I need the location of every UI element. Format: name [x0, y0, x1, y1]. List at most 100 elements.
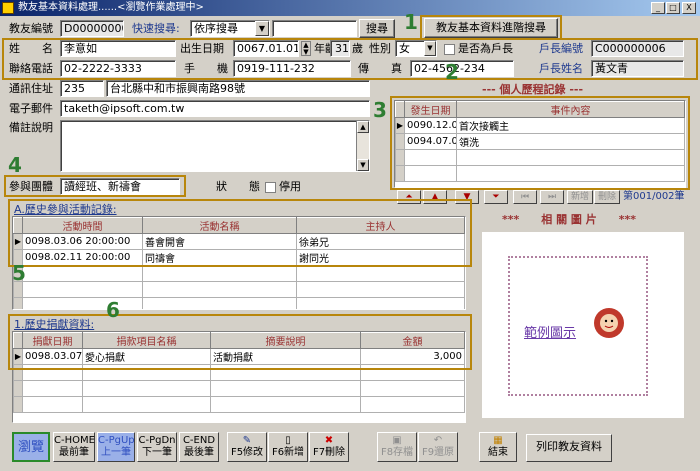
donations-col-date: 捐獻日期 — [22, 332, 83, 349]
exit-label: 結束 — [488, 447, 508, 458]
is-head-checkbox[interactable]: 是否為戶長 — [444, 41, 513, 57]
activities-col-time: 活動時間 — [22, 217, 143, 234]
email-label: 電子郵件 — [9, 102, 53, 115]
table-row[interactable]: 0094.07.07領洗 — [395, 133, 685, 150]
notes-textarea[interactable] — [60, 120, 370, 172]
activities-col-host: 主持人 — [296, 217, 465, 234]
date-spin-icon[interactable]: ▲ ▼ — [301, 41, 311, 56]
first-page-icon[interactable]: ⏮ — [513, 190, 537, 204]
chevron-down-icon[interactable]: ▼ — [255, 21, 269, 36]
history-delete-button[interactable]: 刪除 — [594, 190, 620, 204]
head-name-field: 黃文青 — [591, 60, 684, 77]
arrow-down-icon[interactable]: ▼ — [357, 159, 369, 171]
marker-2: 2 — [445, 60, 459, 84]
quick-search-select-value: 依序搜尋 — [194, 22, 238, 35]
member-id-field[interactable]: D000000001 — [60, 20, 124, 37]
email-field[interactable]: taketh@ipsoft.com.tw — [60, 100, 370, 117]
table-row[interactable]: ▶0090.12.03首次接觸主 — [395, 117, 685, 134]
next-record-icon[interactable]: ▼ — [455, 190, 479, 204]
donations-grid[interactable]: 捐獻日期 捐款項目名稱 摘要說明 金額 ▶ 0098.03.07 愛心捐獻 活動捐獻 3,00… — [12, 331, 466, 423]
quick-search-label: 快速搜尋: — [132, 22, 180, 35]
birth-date-field[interactable]: 0067.01.01 — [233, 40, 299, 57]
activities-grid[interactable]: 活動時間 活動名稱 主持人 ▶ 0098.03.06 20:00:00 善會開會 徐弟兄 … — [12, 216, 466, 310]
donations-col-amount: 金額 — [360, 332, 465, 349]
delete-button[interactable]: ✖ F7刪除 — [309, 432, 349, 462]
fax-field[interactable]: 02-4562-234 — [410, 60, 514, 77]
flower-face-icon — [594, 308, 624, 338]
history-grid[interactable]: 發生日期事件內容 ▶0090.12.03首次接觸主 0094.07.07領洗 — [394, 100, 686, 188]
groups-field[interactable]: 讀經班、新禱會 — [60, 178, 180, 195]
table-row[interactable]: ▶ 0098.03.06 20:00:00 善會開會 徐弟兄 — [13, 233, 465, 250]
gender-select-value: 女 — [399, 42, 410, 55]
last-record-icon[interactable]: ⏷ — [484, 190, 508, 204]
history-new-button[interactable]: 新增 — [567, 190, 593, 204]
delete-label: F7刪除 — [312, 447, 346, 458]
edit-button[interactable]: ✎ F5修改 — [227, 432, 267, 462]
table-row[interactable]: 0098.02.11 20:00:00 同禱會 謝同光 — [13, 249, 465, 266]
prev-record-icon[interactable]: ▲ — [423, 190, 447, 204]
phone-field[interactable]: 02-2222-3333 — [60, 60, 176, 77]
history-page-indicator: 第001/002筆 — [623, 191, 685, 202]
table-row[interactable]: ▶ 0098.03.07 愛心捐獻 活動捐獻 3,000 — [13, 348, 465, 365]
quick-search-input[interactable] — [272, 20, 357, 37]
donation-summary: 活動捐獻 — [210, 348, 361, 365]
chevron-down-icon[interactable]: ▼ — [424, 41, 436, 56]
exit-icon: ▦ — [493, 435, 503, 446]
print-member-button[interactable]: 列印教友資料 — [526, 434, 612, 462]
activity-host: 謝同光 — [296, 249, 465, 266]
marker-6: 6 — [106, 298, 120, 322]
head-name-label: 戶長姓名 — [539, 62, 583, 75]
disabled-checkbox[interactable]: 停用 — [265, 179, 301, 195]
last-page-icon[interactable]: ⏭ — [540, 190, 564, 204]
status-label: 狀 態 — [216, 180, 260, 193]
history-date: 0090.12.03 — [404, 117, 457, 134]
gender-select[interactable]: 女 ▼ — [395, 40, 437, 57]
arrow-up-icon[interactable]: ▲ — [357, 121, 369, 133]
first-record-button[interactable]: C-HOME 最前筆 — [53, 432, 95, 462]
title-bar: 教友基本資料處理......<瀏覽作業處理中> _ □ X — [0, 0, 700, 16]
checkbox-icon[interactable] — [265, 181, 276, 193]
first-record-icon[interactable]: ⏶ — [397, 190, 421, 204]
grid-corner — [13, 217, 23, 234]
grid-corner — [13, 332, 23, 349]
disk-icon: ▣ — [392, 435, 402, 446]
activity-time: 0098.02.11 20:00:00 — [22, 249, 143, 266]
history-heading: --- 個人歷程記錄 --- — [482, 83, 584, 96]
minimize-button[interactable]: _ — [651, 2, 665, 14]
grid-corner — [395, 101, 405, 118]
browse-mode-button[interactable]: 瀏覽 — [12, 432, 50, 462]
undo-label: F9還原 — [421, 447, 455, 458]
last-record-button[interactable]: C-END 最後筆 — [179, 432, 219, 462]
history-event: 首次接觸主 — [456, 117, 685, 134]
notes-scrollbar[interactable]: ▲ ▼ — [356, 121, 369, 171]
quick-search-select[interactable]: 依序搜尋 ▼ — [190, 20, 270, 37]
prev-record-key: C-PgUp — [98, 435, 135, 446]
address-field[interactable]: 台北縣中和市振興南路98號 — [106, 80, 370, 97]
age-unit: 歲 — [352, 42, 363, 55]
donations-title: 1.歷史捐獻資料: — [14, 318, 95, 331]
prev-record-button[interactable]: C-PgUp 上一筆 — [97, 432, 135, 462]
close-button[interactable]: X — [682, 2, 696, 14]
activity-name: 善會開會 — [142, 233, 297, 250]
checkbox-icon[interactable] — [444, 43, 455, 55]
edit-icon: ✎ — [242, 435, 252, 446]
maximize-button[interactable]: □ — [666, 2, 680, 14]
search-button[interactable]: 搜尋 — [359, 19, 395, 38]
name-field[interactable]: 李意如 — [60, 40, 176, 57]
advanced-search-button[interactable]: 教友基本資料進階搜尋 — [424, 18, 558, 38]
undo-button[interactable]: ↶ F9還原 — [418, 432, 458, 462]
undo-icon: ↶ — [433, 435, 443, 446]
next-record-button[interactable]: C-PgDn 下一筆 — [137, 432, 177, 462]
add-button[interactable]: ▯ F6新增 — [268, 432, 308, 462]
photo-panel: 範例圖示 — [482, 232, 684, 418]
donations-col-item: 捐款項目名稱 — [82, 332, 211, 349]
zip-field[interactable]: 235 — [60, 80, 104, 97]
history-col-date: 發生日期 — [404, 101, 457, 118]
birth-date-label: 出生日期 — [180, 42, 224, 55]
mobile-field[interactable]: 0919-111-232 — [233, 60, 351, 77]
save-button[interactable]: ▣ F8存檔 — [377, 432, 417, 462]
save-label: F8存檔 — [380, 447, 414, 458]
donation-date: 0098.03.07 — [22, 348, 83, 365]
activity-host: 徐弟兄 — [296, 233, 465, 250]
exit-button[interactable]: ▦ 結束 — [479, 432, 517, 462]
